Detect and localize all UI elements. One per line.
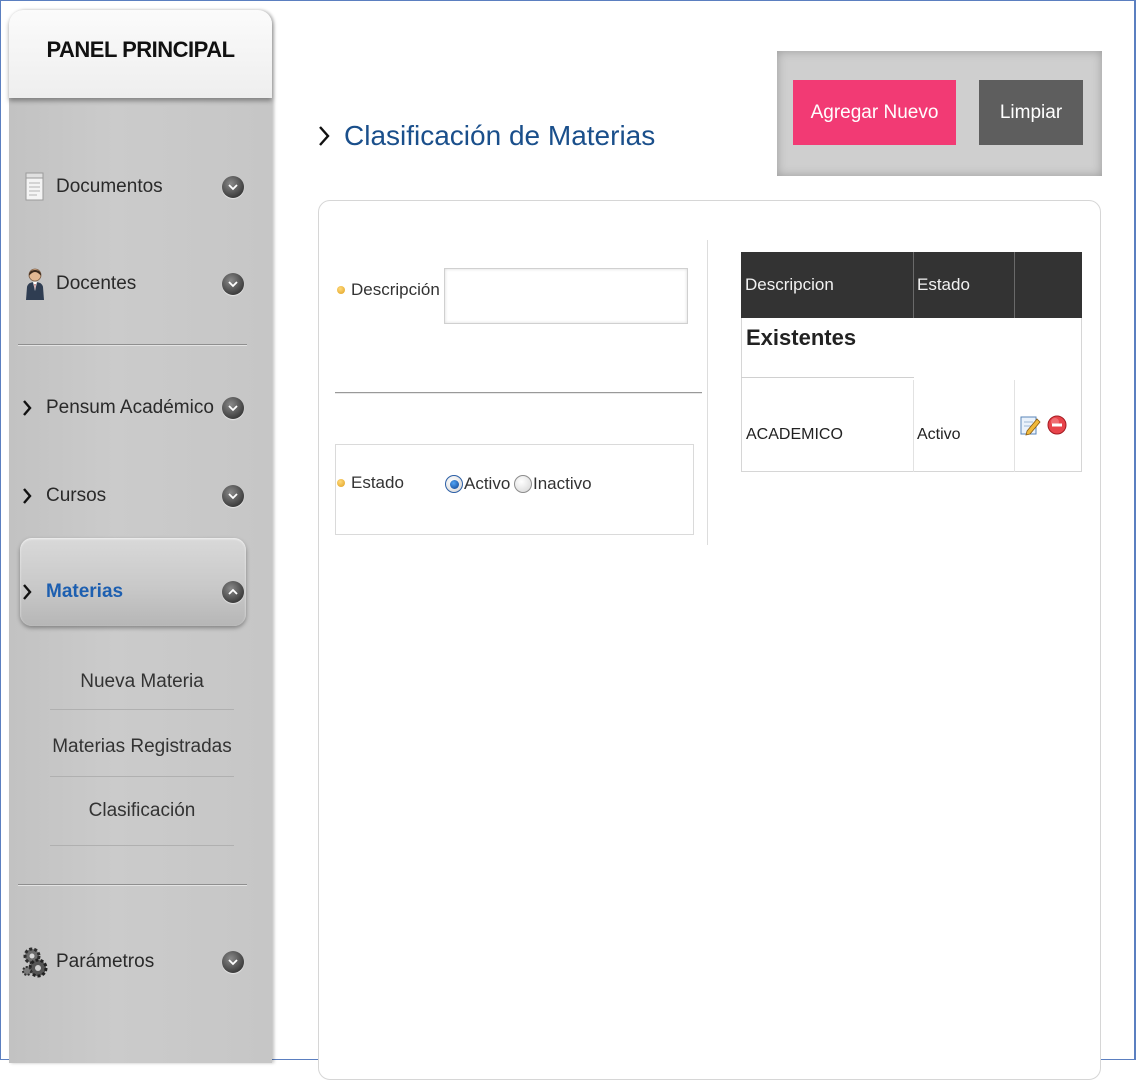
gears-icon xyxy=(22,945,48,979)
submenu-item-nueva-materia[interactable]: Nueva Materia xyxy=(50,654,234,710)
sidebar-item-label: Pensum Académico xyxy=(46,397,214,418)
descripcion-label-text: Descripción xyxy=(351,280,440,299)
chevron-down-icon[interactable] xyxy=(222,176,244,198)
chevron-down-icon[interactable] xyxy=(222,951,244,973)
cell-descripcion: ACADEMICO xyxy=(746,426,843,443)
page-title: Clasificación de Materias xyxy=(318,120,655,152)
sidebar-item-label: Parámetros xyxy=(56,951,155,972)
delete-icon[interactable] xyxy=(1046,414,1068,436)
sidebar-item-documentos[interactable]: Documentos xyxy=(22,165,244,209)
column-header-descripcion[interactable]: Descripcion xyxy=(741,252,913,318)
sidebar-item-materias[interactable]: Materias xyxy=(22,570,244,614)
descripcion-input[interactable] xyxy=(444,268,688,324)
radio-unchecked-icon[interactable] xyxy=(514,475,532,493)
sidebar-item-label: Documentos xyxy=(56,176,163,197)
sidebar-item-label: Cursos xyxy=(46,485,107,506)
submenu-item-clasificacion[interactable]: Clasificación xyxy=(50,783,234,839)
clear-button[interactable]: Limpiar xyxy=(979,80,1083,145)
radio-label: Activo xyxy=(464,474,511,493)
submenu-divider xyxy=(50,845,234,846)
document-icon xyxy=(22,170,48,204)
sidebar-item-pensum[interactable]: Pensum Académico xyxy=(22,386,244,430)
chevron-down-icon[interactable] xyxy=(222,397,244,419)
chevron-right-icon xyxy=(22,482,38,510)
column-header-actions xyxy=(1014,252,1082,318)
sidebar-item-docentes[interactable]: Docentes xyxy=(22,262,244,306)
teacher-icon xyxy=(22,267,48,301)
form-separator xyxy=(335,392,702,394)
submenu-divider xyxy=(50,776,234,777)
caption-divider xyxy=(741,377,914,378)
page-title-text: Clasificación de Materias xyxy=(344,120,656,151)
submenu-item-materias-registradas[interactable]: Materias Registradas xyxy=(50,719,234,775)
sidebar-item-label: Docentes xyxy=(56,273,137,294)
add-new-button[interactable]: Agregar Nuevo xyxy=(793,80,956,145)
sidebar-header: PANEL PRINCIPAL xyxy=(9,10,272,98)
chevron-right-icon xyxy=(22,394,38,422)
estado-label-text: Estado xyxy=(351,473,404,492)
cell-estado: Activo xyxy=(917,426,961,443)
submenu-item-label: Nueva Materia xyxy=(80,671,204,692)
chevron-right-icon xyxy=(22,578,38,606)
chevron-down-icon[interactable] xyxy=(222,485,244,507)
chevron-right-icon xyxy=(319,126,330,146)
radio-label: Inactivo xyxy=(533,474,592,493)
edit-icon[interactable] xyxy=(1019,414,1041,436)
sidebar-item-label: Materias xyxy=(46,581,124,602)
radio-checked-icon[interactable] xyxy=(445,475,463,493)
sidebar-item-parametros[interactable]: Parámetros xyxy=(22,940,244,984)
estado-radio-activo[interactable]: Activo xyxy=(445,474,510,494)
sidebar-title: PANEL PRINCIPAL xyxy=(46,37,235,62)
submenu-item-label: Materias Registradas xyxy=(52,736,232,757)
bullet-icon xyxy=(337,286,345,294)
chevron-up-icon[interactable] xyxy=(222,581,244,603)
submenu-divider xyxy=(50,709,234,710)
descripcion-label: Descripción xyxy=(337,280,440,300)
sidebar-item-cursos[interactable]: Cursos xyxy=(22,474,244,518)
column-header-estado[interactable]: Estado xyxy=(913,252,1014,318)
chevron-down-icon[interactable] xyxy=(222,273,244,295)
sidebar-separator xyxy=(18,344,247,346)
submenu-item-label: Clasificación xyxy=(88,800,196,821)
table-caption: Existentes xyxy=(746,325,857,350)
column-separator xyxy=(1014,380,1015,472)
bullet-icon xyxy=(337,479,345,487)
estado-label: Estado xyxy=(337,473,404,493)
estado-radio-inactivo[interactable]: Inactivo xyxy=(514,474,592,494)
panel-divider xyxy=(707,240,708,545)
action-toolbar: Agregar Nuevo Limpiar xyxy=(777,51,1102,176)
sidebar-separator xyxy=(18,884,247,886)
column-separator xyxy=(913,380,914,472)
